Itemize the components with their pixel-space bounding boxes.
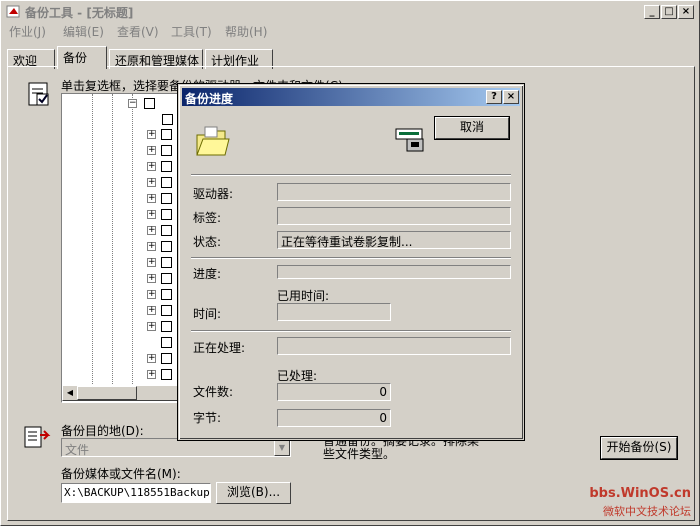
tree-checkbox[interactable] [161, 369, 172, 380]
tree-expand-icon[interactable]: + [147, 290, 156, 299]
files-field: 0 [277, 383, 391, 401]
tree-checkbox[interactable] [161, 129, 172, 140]
processed-header: 已处理: [277, 369, 318, 383]
folder-icon [196, 126, 230, 156]
tree-checkbox[interactable] [161, 353, 172, 364]
dialog-title: 备份进度 [185, 92, 234, 106]
maximize-button-2[interactable]: □ [661, 5, 677, 19]
files-value: 0 [379, 385, 387, 399]
bytes-label: 字节: [193, 411, 222, 425]
menu-view[interactable]: 查看(V) [117, 23, 159, 40]
processing-label: 正在处理: [193, 341, 246, 355]
tree-hscrollbar[interactable]: ◀ [62, 385, 180, 401]
tree-expand-icon[interactable]: + [147, 242, 156, 251]
dialog-close-button[interactable]: × [503, 90, 519, 104]
destination-select[interactable]: 文件 ▼ [61, 438, 291, 457]
media-filename-input[interactable]: X:\BACKUP\118551Backup.b [61, 483, 211, 503]
tree-expand-icon[interactable]: + [147, 146, 156, 155]
progress-bar [277, 265, 511, 279]
tree-expand-icon[interactable]: + [147, 194, 156, 203]
tree-rows: + + + + + + + + + + + + + + + [61, 93, 181, 393]
window-title: 备份工具 - [无标题] [25, 6, 134, 20]
tree-checkbox[interactable] [161, 321, 172, 332]
title-bar: 备份工具 - [无标题] _ □ [3, 3, 697, 20]
progress-label: 进度: [193, 267, 222, 281]
media-label: 备份媒体或文件名(M): [61, 467, 181, 481]
scroll-thumb[interactable] [77, 386, 137, 400]
tree-checkbox[interactable] [161, 209, 172, 220]
bytes-field: 0 [277, 409, 391, 427]
status-label: 状态: [193, 235, 222, 249]
menu-tools[interactable]: 工具(T) [171, 23, 212, 40]
destination-label: 备份目的地(D): [61, 424, 144, 438]
separator [191, 257, 511, 259]
menu-job[interactable]: 作业(J) [9, 23, 46, 40]
processing-field [277, 337, 511, 355]
tree-expand-icon[interactable]: + [147, 162, 156, 171]
tree-checkbox[interactable] [161, 177, 172, 188]
dialog-title-bar: 备份进度 ? × [182, 88, 520, 106]
elapsed-header: 已用时间: [277, 289, 330, 303]
cancel-button[interactable]: 取消 [434, 116, 510, 140]
tree-expand-icon[interactable]: + [147, 322, 156, 331]
backup-options-line2: 些文件类型。 [323, 447, 396, 461]
browse-button[interactable]: 浏览(B)... [216, 482, 291, 504]
scroll-left-arrow-icon[interactable]: ◀ [63, 386, 77, 400]
tree-expand-icon[interactable]: + [147, 354, 156, 363]
drive-field [277, 183, 511, 201]
status-value: 正在等待重试卷影复制... [281, 235, 413, 249]
separator [191, 330, 511, 332]
tag-label: 标签: [193, 211, 222, 225]
chevron-down-icon[interactable]: ▼ [274, 439, 290, 456]
time-label: 时间: [193, 307, 222, 321]
tree-expand-icon[interactable]: + [147, 274, 156, 283]
tree-expand-icon[interactable]: + [147, 370, 156, 379]
drive-label: 驱动器: [193, 187, 234, 201]
menu-edit[interactable]: 编辑(E) [63, 23, 104, 40]
tag-field [277, 207, 511, 225]
bytes-value: 0 [379, 411, 387, 425]
tree-expand-icon[interactable]: + [147, 178, 156, 187]
tree-checkbox[interactable] [161, 273, 172, 284]
close-button[interactable]: × [678, 5, 694, 19]
backup-checklist-icon [28, 82, 49, 106]
tree-checkbox[interactable] [161, 337, 172, 348]
separator [191, 174, 511, 176]
tree-checkbox[interactable] [161, 145, 172, 156]
tree-expand-icon[interactable]: + [147, 306, 156, 315]
destination-value: 文件 [65, 443, 90, 457]
tree-checkbox[interactable] [161, 161, 172, 172]
watermark-site: bbs.WinOS.cn [589, 486, 691, 501]
tree-expand-icon[interactable]: + [147, 226, 156, 235]
time-field [277, 303, 391, 321]
start-backup-button[interactable]: 开始备份(S) [600, 436, 678, 460]
status-field: 正在等待重试卷影复制... [277, 231, 511, 249]
tree-expand-icon[interactable]: + [147, 210, 156, 219]
tree-expand-icon[interactable]: + [147, 130, 156, 139]
tree-checkbox[interactable] [161, 193, 172, 204]
media-filename-value: X:\BACKUP\118551Backup.b [64, 486, 211, 499]
destination-icon [24, 426, 51, 448]
tree-checkbox[interactable] [161, 225, 172, 236]
tree-checkbox[interactable] [161, 305, 172, 316]
tree-expand-icon[interactable]: + [147, 258, 156, 267]
tree-checkbox[interactable] [161, 257, 172, 268]
tree-checkbox[interactable] [161, 289, 172, 300]
tree-checkbox[interactable] [161, 241, 172, 252]
tab-backup[interactable]: 备份 [57, 46, 107, 69]
backup-app-icon [6, 5, 20, 18]
backup-progress-dialog: 备份进度 ? × 取消 驱动器: 标签: 状态: 正在等待重试卷影复制... 进… [177, 83, 525, 441]
menu-bar: 作业(J) 编辑(E) 查看(V) 工具(T) 帮助(H) [3, 21, 697, 39]
files-label: 文件数: [193, 385, 234, 399]
menu-help[interactable]: 帮助(H) [225, 23, 267, 40]
watermark-forum: 微软中文技术论坛 [603, 505, 691, 518]
minimize-button-2[interactable]: _ [644, 5, 660, 19]
backup-device-icon [395, 128, 424, 152]
help-button[interactable]: ? [486, 90, 502, 104]
